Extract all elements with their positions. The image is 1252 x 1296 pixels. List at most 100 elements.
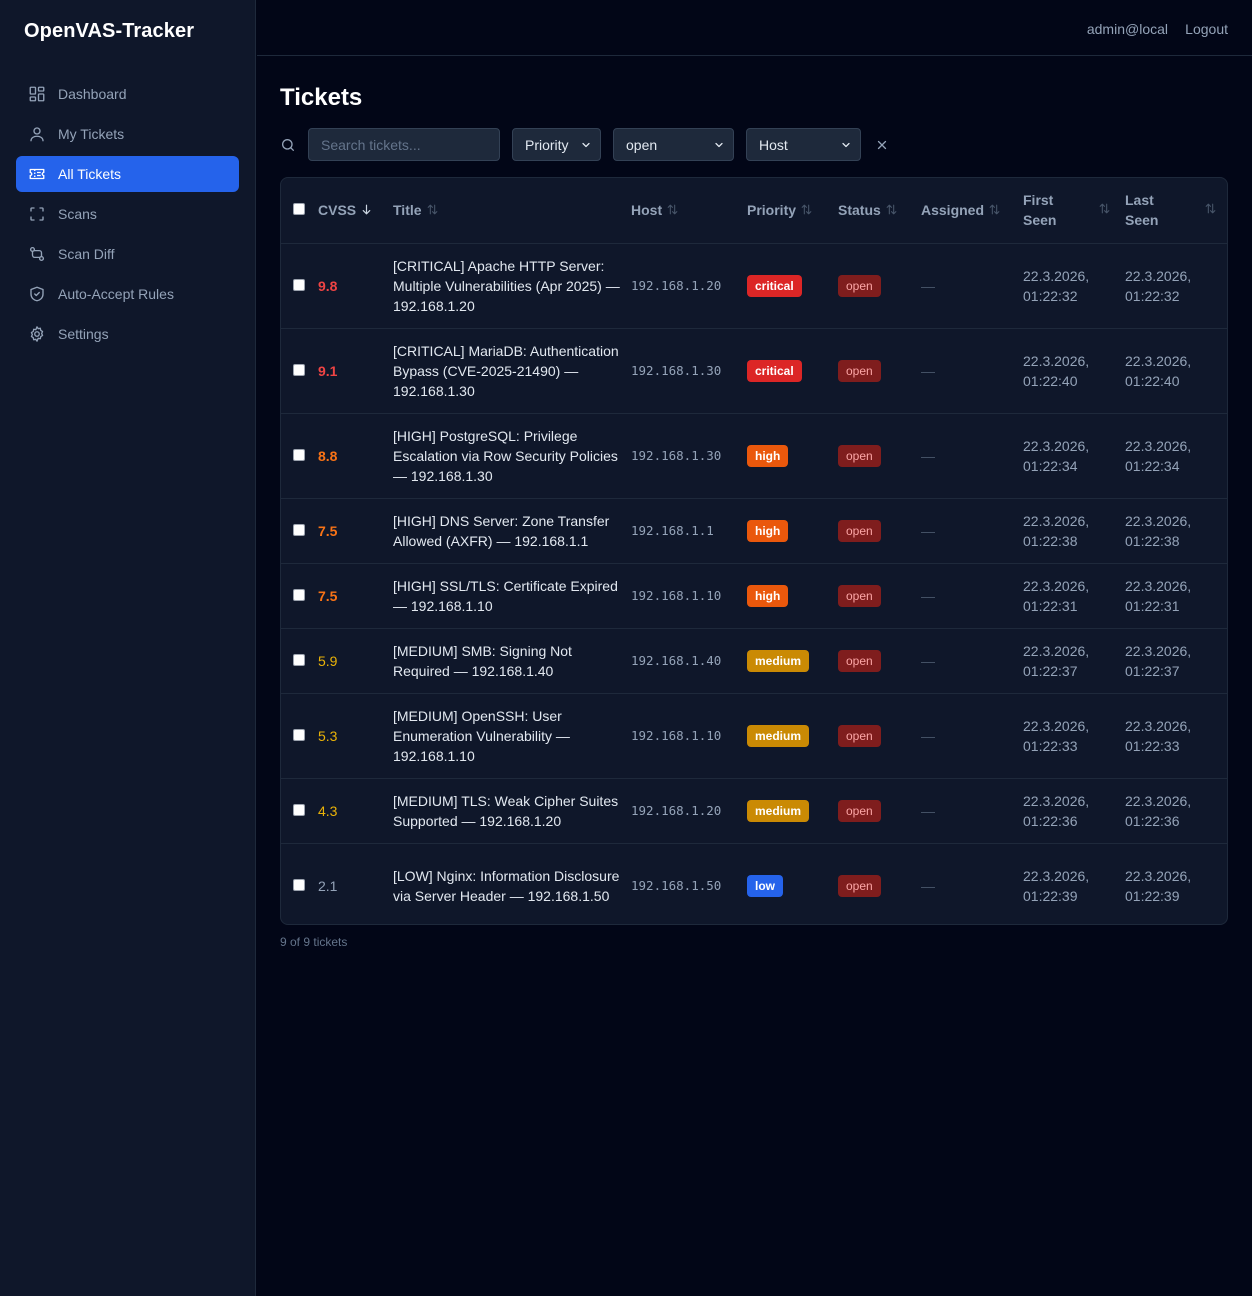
table-row[interactable]: 5.3 [MEDIUM] OpenSSH: User Enumeration V… [281,692,1227,778]
ticket-title[interactable]: [MEDIUM] OpenSSH: User Enumeration Vulne… [393,692,631,778]
date-value: 22.3.2026, [1125,642,1192,659]
date-value: 22.3.2026, [1023,792,1090,809]
table-row[interactable]: 9.8 [CRITICAL] Apache HTTP Server: Multi… [281,242,1227,328]
ticket-count: 9 of 9 tickets [280,935,348,949]
column-header-host[interactable]: Host [631,178,747,243]
tickets-table: CVSS Title Host Priority Status Assigned… [280,177,1228,925]
table-row[interactable]: 8.8 [HIGH] PostgreSQL: Privilege Escalat… [281,412,1227,498]
time-value: 01:22:34 [1023,457,1078,474]
ticket-title[interactable]: [CRITICAL] MariaDB: Authentication Bypas… [393,327,631,413]
row-checkbox[interactable] [293,588,305,601]
table-row[interactable]: 4.3 [MEDIUM] TLS: Weak Cipher Suites Sup… [281,777,1227,843]
sidebar-item-scans[interactable]: Scans [16,196,239,232]
ticket-title[interactable]: [HIGH] DNS Server: Zone Transfer Allowed… [393,497,631,563]
priority-badge: low [747,874,783,897]
shield-icon [28,285,46,303]
priority-badge: critical [747,359,802,382]
ticket-title[interactable]: [MEDIUM] TLS: Weak Cipher Suites Support… [393,777,631,843]
cvss-score: 2.1 [318,877,338,894]
table-row[interactable]: 7.5 [HIGH] SSL/TLS: Certificate Expired … [281,562,1227,628]
ticket-title[interactable]: [CRITICAL] Apache HTTP Server: Multiple … [393,242,631,328]
column-header-priority[interactable]: Priority [747,178,838,243]
sort-icon [988,201,1001,221]
status-badge: open [838,874,881,897]
row-checkbox[interactable] [293,878,305,891]
table-row[interactable]: 2.1 [LOW] Nginx: Information Disclosure … [281,842,1227,924]
priority-badge: medium [747,724,810,747]
assigned-value: — [921,242,1023,328]
sidebar-item-settings[interactable]: Settings [16,316,239,352]
ticket-title[interactable]: [HIGH] SSL/TLS: Certificate Expired — 19… [393,562,631,628]
sort-icon [800,201,813,221]
column-header-status[interactable]: Status [838,178,921,243]
sort-icon [426,201,439,221]
app-title: OpenVAS-Tracker [24,20,195,42]
time-value: 01:22:39 [1125,887,1180,904]
ticket-title[interactable]: [HIGH] PostgreSQL: Privilege Escalation … [393,412,631,498]
host-ip: 192.168.1.20 [631,278,722,293]
table-row[interactable]: 7.5 [HIGH] DNS Server: Zone Transfer All… [281,497,1227,563]
first-seen: 22.3.2026, 01:22:34 [1023,412,1125,498]
user-icon [28,125,46,143]
row-checkbox[interactable] [293,523,305,536]
host-ip: 192.168.1.10 [631,588,722,603]
sidebar-item-label: Settings [58,326,109,342]
dashboard-icon [28,85,46,103]
row-checkbox[interactable] [293,803,305,816]
first-seen: 22.3.2026, 01:22:32 [1023,242,1125,328]
status-filter-select[interactable]: open [613,128,734,161]
sidebar-item-all-tickets[interactable]: All Tickets [16,156,239,192]
time-value: 01:22:39 [1023,887,1078,904]
sidebar-item-my-tickets[interactable]: My Tickets [16,116,239,152]
cvss-score: 5.9 [318,652,338,669]
sidebar-item-auto-accept-rules[interactable]: Auto-Accept Rules [16,276,239,312]
column-label: Status [838,201,881,218]
column-label: Seen [1023,212,1057,229]
sort-icon [1098,200,1111,220]
row-checkbox[interactable] [293,448,305,461]
row-checkbox[interactable] [293,278,305,291]
time-value: 01:22:38 [1125,532,1180,549]
sort-desc-icon [360,201,373,221]
ticket-title[interactable]: [LOW] Nginx: Information Disclosure via … [393,842,631,924]
sort-icon [666,201,679,221]
column-header-cvss[interactable]: CVSS [318,178,393,243]
column-header-assigned[interactable]: Assigned [921,178,1023,243]
row-checkbox[interactable] [293,363,305,376]
cvss-score: 7.5 [318,587,338,604]
row-checkbox[interactable] [293,653,305,666]
column-header-last-seen[interactable]: Last Seen [1125,178,1227,243]
sidebar-item-scan-diff[interactable]: Scan Diff [16,236,239,272]
first-seen: 22.3.2026, 01:22:38 [1023,497,1125,563]
time-value: 01:22:37 [1125,662,1180,679]
ticket-title[interactable]: [MEDIUM] SMB: Signing Not Required — 192… [393,627,631,693]
table-row[interactable]: 9.1 [CRITICAL] MariaDB: Authentication B… [281,327,1227,413]
time-value: 01:22:31 [1023,597,1078,614]
host-filter-select[interactable]: Host [746,128,861,161]
priority-filter-select[interactable]: Priority [512,128,601,161]
first-seen: 22.3.2026, 01:22:39 [1023,842,1125,924]
row-checkbox[interactable] [293,728,305,741]
chevron-down-icon [715,142,723,147]
sidebar-item-label: Dashboard [58,86,127,102]
status-badge: open [838,799,881,822]
clear-filters-button[interactable] [875,138,889,152]
topbar: admin@local Logout [257,0,1252,56]
select-all-checkbox[interactable] [293,203,305,216]
ticket-icon [28,165,46,183]
date-value: 22.3.2026, [1125,867,1192,884]
status-badge: open [838,649,881,672]
last-seen: 22.3.2026, 01:22:32 [1125,242,1227,328]
sidebar-item-dashboard[interactable]: Dashboard [16,76,239,112]
search-icon [280,137,296,153]
search-input[interactable] [308,128,500,161]
column-label: Last [1125,192,1154,209]
logout-link[interactable]: Logout [1185,21,1228,37]
host-ip: 192.168.1.10 [631,728,722,743]
table-row[interactable]: 5.9 [MEDIUM] SMB: Signing Not Required —… [281,627,1227,693]
date-value: 22.3.2026, [1125,512,1192,529]
column-header-first-seen[interactable]: First Seen [1023,178,1125,243]
status-badge: open [838,274,881,297]
column-header-title[interactable]: Title [393,178,631,243]
status-badge: open [838,444,881,467]
